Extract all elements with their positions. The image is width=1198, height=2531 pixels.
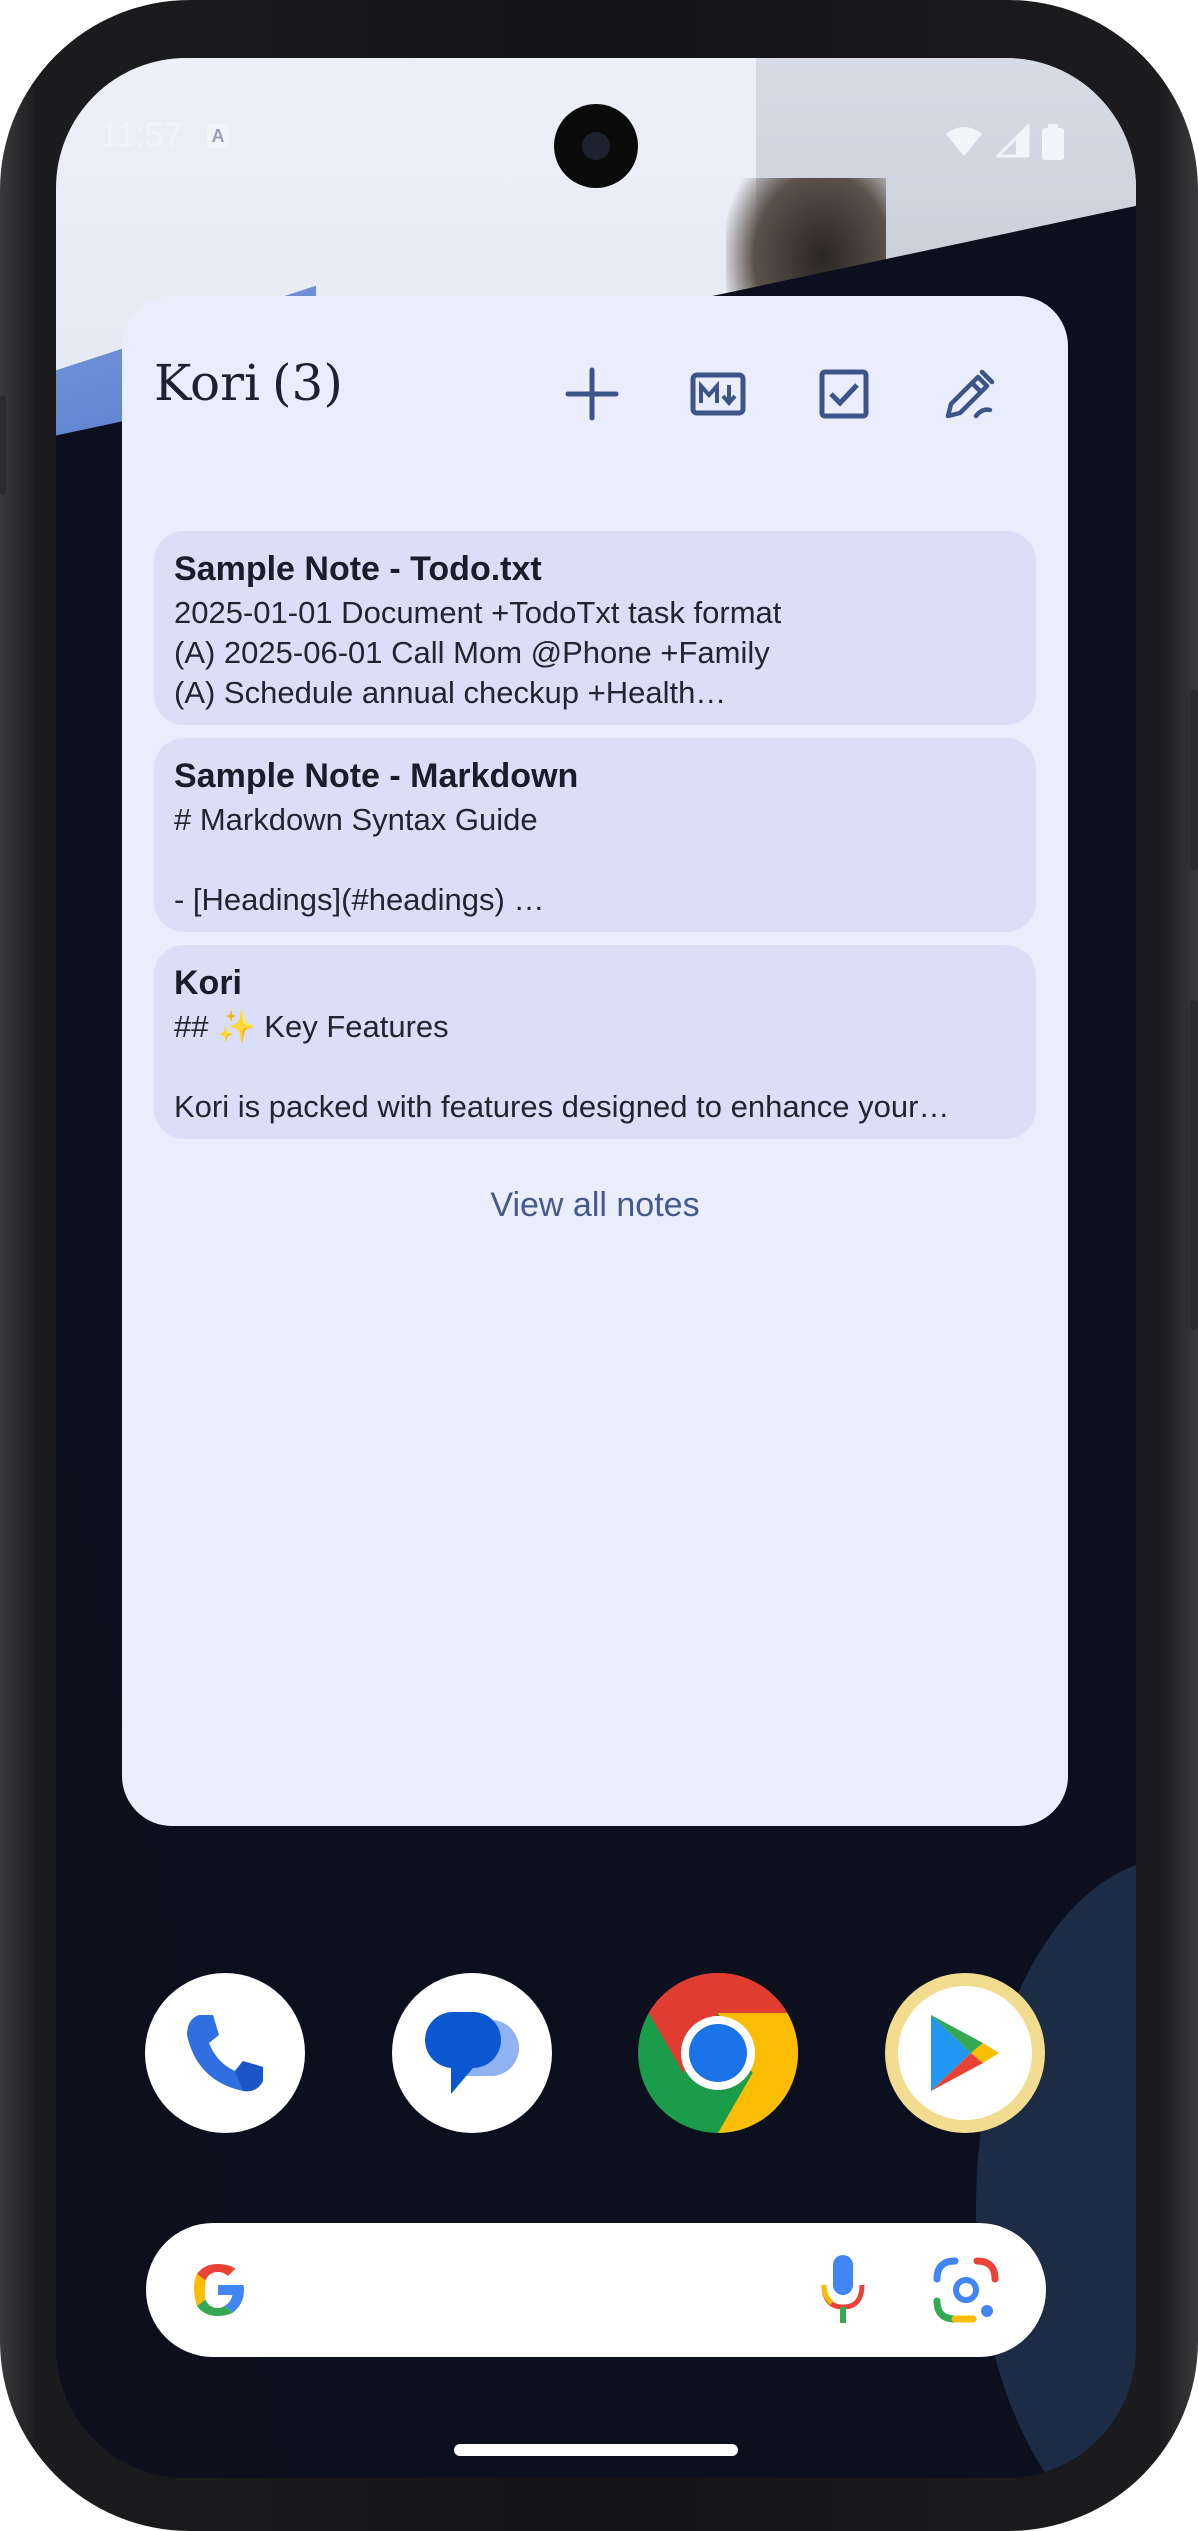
note-card[interactable]: Sample Note - Todo.txt 2025-01-01 Docume…	[154, 531, 1036, 725]
note-preview-line	[174, 840, 1016, 880]
lens-icon[interactable]	[933, 2257, 999, 2323]
new-todo-button[interactable]	[806, 356, 882, 432]
status-time: 11:57	[100, 116, 183, 154]
plus-icon	[565, 367, 619, 421]
note-preview-line: ## ✨ Key Features	[174, 1009, 449, 1044]
play-store-inner	[898, 1986, 1032, 2120]
note-preview-line: - [Headings](#headings) …	[174, 882, 545, 917]
battery-icon	[1042, 124, 1064, 160]
messages-icon	[425, 2012, 519, 2094]
screen: 11:57 A Kori (3) Sample Note - Todo.txt …	[56, 58, 1136, 2478]
google-icon	[194, 2264, 244, 2316]
volume-button	[1190, 1000, 1198, 1330]
new-markdown-button[interactable]	[680, 356, 756, 432]
pen-icon	[945, 369, 995, 419]
signal-icon	[996, 124, 1030, 158]
note-title: Kori	[174, 964, 242, 1002]
note-preview-line	[174, 1047, 1016, 1087]
markdown-icon	[690, 372, 746, 416]
system-icons	[944, 124, 1064, 160]
microphone-icon[interactable]	[818, 2253, 868, 2327]
add-note-button[interactable]	[554, 356, 630, 432]
google-search-bar[interactable]	[146, 2223, 1046, 2357]
note-preview-line: # Markdown Syntax Guide	[174, 802, 538, 837]
edit-button[interactable]	[932, 356, 1008, 432]
home-gesture-bar[interactable]	[454, 2444, 738, 2456]
checkbox-icon	[819, 369, 869, 419]
widget-title-name: Kori	[154, 354, 261, 412]
chrome-app[interactable]	[638, 1973, 798, 2133]
play-store-icon	[931, 2015, 999, 2091]
note-title: Sample Note - Markdown	[174, 757, 579, 795]
power-button	[1190, 690, 1198, 870]
wifi-icon	[946, 127, 982, 156]
phone-app[interactable]	[145, 1973, 305, 2133]
chrome-icon	[638, 1973, 798, 2133]
note-title: Sample Note - Todo.txt	[174, 550, 542, 588]
notification-badge: A	[207, 124, 229, 148]
note-preview-line: (A) 2025-06-01 Call Mom @Phone +Family	[174, 635, 770, 670]
note-preview-line: Kori is packed with features designed to…	[174, 1089, 950, 1124]
note-card[interactable]: Sample Note - Markdown # Markdown Syntax…	[154, 738, 1036, 932]
note-preview-line: 2025-01-01 Document +TodoTxt task format	[174, 595, 782, 630]
view-all-notes-link[interactable]: View all notes	[122, 1186, 1068, 1225]
phone-frame: 11:57 A Kori (3) Sample Note - Todo.txt …	[0, 0, 1198, 2531]
messages-app[interactable]	[392, 1973, 552, 2133]
widget-note-count: (3)	[272, 354, 343, 412]
kori-widget: Kori (3) Sample Note - Todo.txt 2025-01-…	[122, 296, 1068, 1826]
front-camera	[554, 104, 638, 188]
note-preview-line: (A) Schedule annual checkup +Health…	[174, 675, 727, 710]
widget-title[interactable]: Kori (3)	[154, 354, 343, 412]
play-store-app[interactable]	[885, 1973, 1045, 2133]
phone-icon	[187, 2015, 263, 2092]
note-card[interactable]: Kori ## ✨ Key Features Kori is packed wi…	[154, 945, 1036, 1139]
left-side-button	[0, 395, 6, 495]
